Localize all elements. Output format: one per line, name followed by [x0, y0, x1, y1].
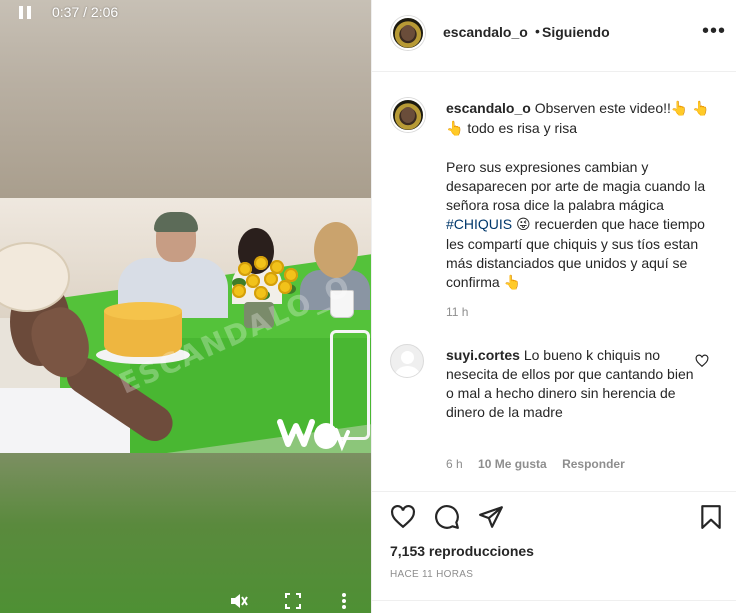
commenter-username[interactable]: suyi.cortes [446, 347, 520, 363]
commenter-avatar[interactable] [390, 344, 424, 378]
comment-time[interactable]: 6 h [446, 457, 463, 471]
caption-para-before: Pero sus expresiones cambian y desaparec… [446, 159, 706, 213]
caption-line1: Observen este video!! [530, 100, 671, 116]
video-blur-top [0, 0, 371, 198]
caption-line1b: todo es risa y risa [463, 120, 578, 136]
pointing-up-emoji: 👆 [692, 101, 710, 117]
following-status[interactable]: Siguiendo [542, 24, 610, 40]
comment-box-divider [372, 600, 736, 613]
pointing-up-emoji: 👆 [670, 101, 689, 117]
hashtag-link[interactable]: #CHIQUIS [446, 216, 512, 232]
post-header: escandalo_o • Siguiendo ••• [372, 0, 736, 72]
caption-username[interactable]: escandalo_o [446, 100, 531, 116]
caption-paragraph: Pero sus expresiones cambian y desaparec… [446, 158, 716, 293]
video-elder-woman [0, 238, 190, 453]
comment-meta: 6 h 10 Me gusta Responder [446, 457, 637, 471]
video-player[interactable]: ESCANDALO_O 0:37 / 2:06 [0, 0, 371, 613]
wow-logo [277, 419, 350, 452]
muted-speaker-icon[interactable] [230, 593, 248, 609]
video-time: 0:37 / 2:06 [52, 4, 119, 20]
video-frame[interactable]: ESCANDALO_O [0, 198, 371, 453]
share-icon[interactable] [478, 504, 504, 530]
like-comment-heart-icon[interactable] [695, 354, 709, 368]
winking-tongue-emoji: 😜 [516, 217, 531, 233]
bookmark-icon[interactable] [698, 504, 724, 530]
pointing-up-emoji: 👆 [446, 121, 464, 137]
comment-text: suyi.cortes Lo bueno k chiquis no neseci… [446, 346, 696, 422]
comment-likes[interactable]: 10 Me gusta [478, 457, 547, 471]
fullscreen-icon[interactable] [284, 593, 302, 609]
pause-icon[interactable] [19, 6, 31, 19]
reply-button[interactable]: Responder [562, 457, 625, 471]
view-count[interactable]: 7,153 reproducciones [390, 543, 534, 559]
video-blur-bottom [0, 453, 371, 613]
post-sidebar: escandalo_o • Siguiendo ••• escandalo_o … [371, 0, 736, 613]
author-avatar[interactable] [391, 16, 425, 50]
heart-icon[interactable] [390, 504, 416, 530]
more-options-icon[interactable]: ••• [702, 20, 726, 43]
action-bar [372, 491, 736, 541]
caption-avatar[interactable] [391, 98, 425, 132]
comment-icon[interactable] [434, 504, 460, 530]
header-username[interactable]: escandalo_o [443, 24, 528, 40]
post-date[interactable]: HACE 11 HORAS [390, 569, 473, 580]
pointing-up-emoji: 👆 [503, 275, 522, 291]
vertical-dots-icon[interactable] [340, 593, 348, 609]
header-separator: • [535, 23, 540, 39]
caption-text: escandalo_o Observen este video!!👆 👆👆 to… [446, 99, 716, 293]
caption-time[interactable]: 11 h [446, 305, 468, 319]
